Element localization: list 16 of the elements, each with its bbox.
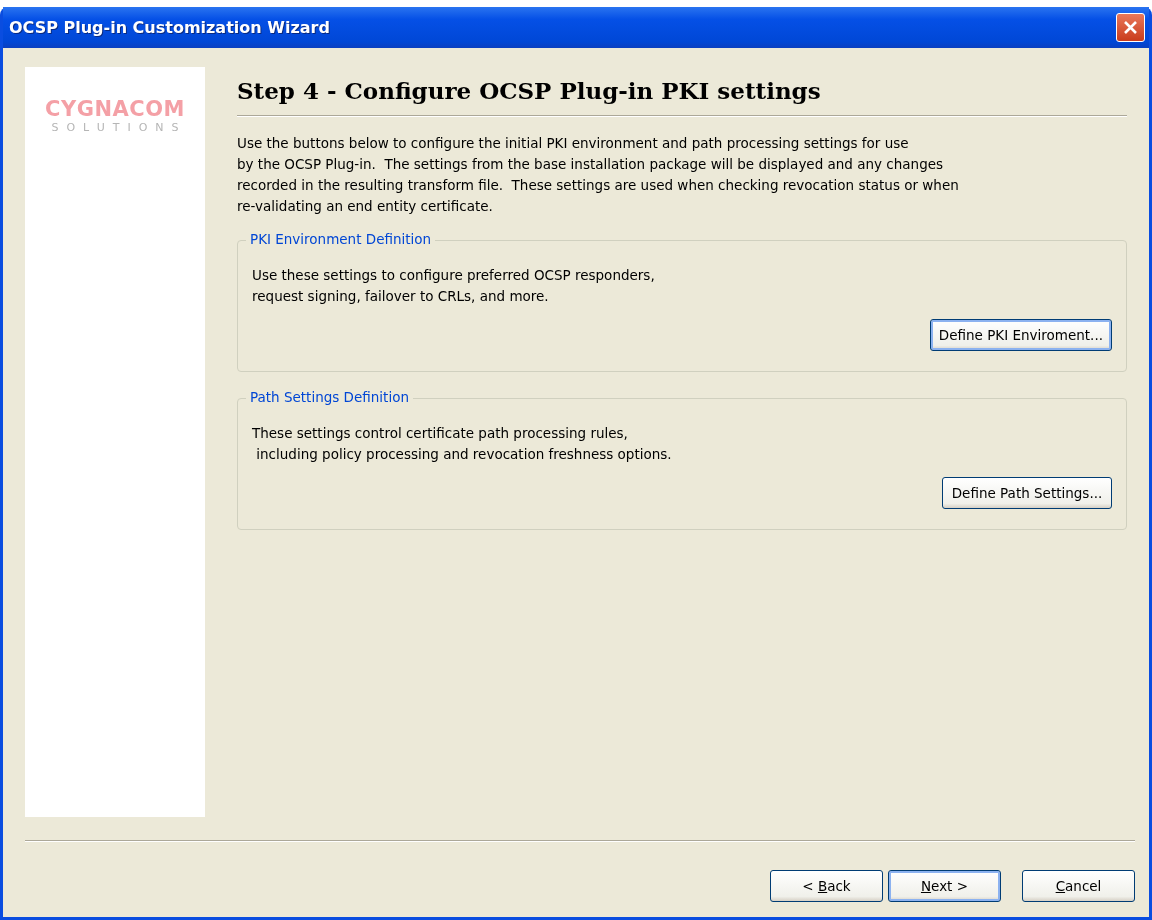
wizard-button[interactable]: < Back [770,870,883,902]
group-title: PKI Environment Definition [246,231,436,247]
group-description: These settings control certificate path processing rules, including policy processing and revocation freshness options. [252,424,673,464]
group-title: Path Settings Definition [246,389,413,405]
logo-name: CYGNACOM [45,97,185,121]
window-title: OCSP Plug-in Customization Wizard [9,18,330,37]
group-description: Use these settings to configure preferred OCSP responders, request signing, failover to CRLs, and more. [252,266,656,306]
logo-tagline: SOLUTIONS [51,121,187,134]
intro-text: Use the buttons below to configure the initial PKI environment and path processing settings for use by the OCSP Plug-in. The settings from the base installation package will be displayed and any changes recorded in the resulting transform file. These settings are used when checking revocation status or when re-validating an end entity certificate. [237,134,960,216]
define-button[interactable]: Define Path Settings... [942,477,1112,509]
step-heading: Step 4 - Configure OCSP Plug-in PKI settings [237,77,822,104]
wizard-button[interactable]: Cancel [1022,870,1135,902]
close-button[interactable] [1116,13,1145,42]
define-button[interactable]: Define PKI Enviroment... [929,319,1112,351]
close-icon [1122,19,1139,36]
wizard-button[interactable]: Next > [888,870,1001,902]
